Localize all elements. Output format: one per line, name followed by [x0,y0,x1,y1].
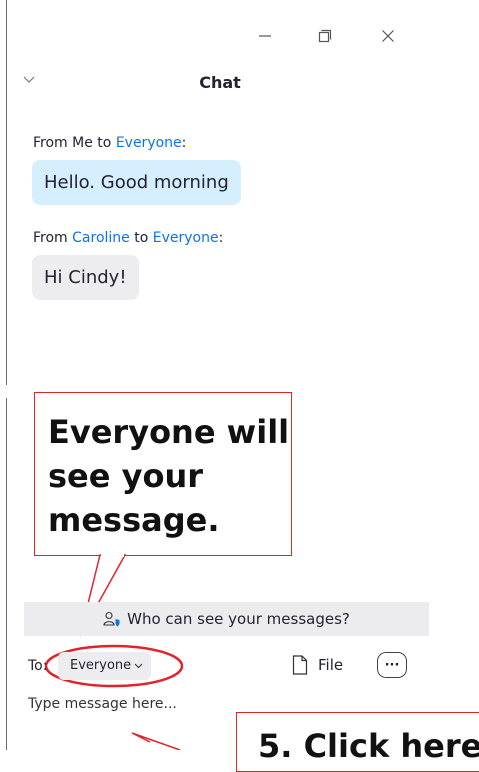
recipient-value: Everyone [70,658,132,673]
minimize-button[interactable] [251,22,279,50]
user-shield-icon [103,611,120,627]
close-icon [382,30,394,42]
who-can-see-button[interactable]: Who can see your messages? [24,602,429,636]
callout-pointer [44,554,184,750]
from-prefix: From [33,230,68,246]
who-can-see-label: Who can see your messages? [127,610,350,628]
colon: : [218,230,224,246]
restore-icon [318,29,332,43]
more-options-button[interactable]: ··· [377,652,407,678]
sender-name: Me [72,135,93,151]
message-bubble-other[interactable]: Hi Cindy! [32,255,139,300]
file-label: File [318,656,344,674]
recipient-link[interactable]: Everyone [116,135,182,151]
window-border [6,0,7,385]
callout-step-text: 5. Click here [258,727,479,765]
from-prefix: From [33,135,68,151]
chat-title: Chat [199,73,241,92]
file-button[interactable]: File [292,650,343,680]
close-button[interactable] [374,22,402,50]
minimize-icon [259,35,271,37]
window-border [6,398,7,750]
recipient-link[interactable]: Everyone [153,230,219,246]
recipient-select[interactable]: Everyone [58,652,152,680]
file-icon [292,655,308,675]
message-header: From Me to Everyone: [33,135,186,151]
restore-button[interactable] [311,22,339,50]
to-label: To: [28,658,48,674]
to-word: to [97,135,112,151]
message-header: From Caroline to Everyone: [33,230,223,246]
message-input[interactable] [28,696,448,712]
sender-link[interactable]: Caroline [72,230,130,246]
colon: : [181,135,187,151]
callout-text: Everyone will see your message. [48,413,290,539]
message-bubble-me[interactable]: Hello. Good morning [32,160,241,205]
chevron-down-icon [134,663,143,669]
to-word: to [134,230,149,246]
